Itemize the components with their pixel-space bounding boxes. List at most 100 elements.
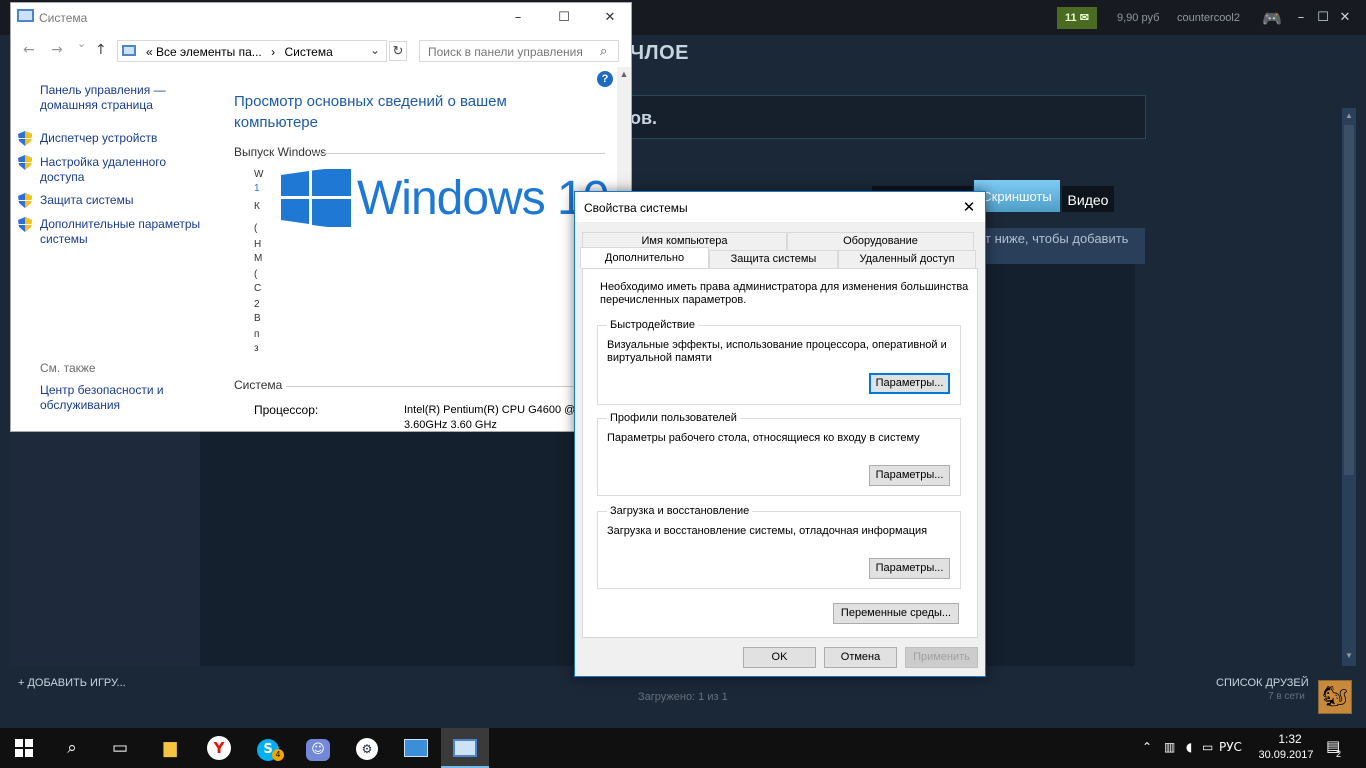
steam-scroll-thumb[interactable] bbox=[1344, 125, 1354, 475]
task-view-icon[interactable]: ▭ bbox=[106, 735, 134, 761]
tab-advanced[interactable]: Дополнительно bbox=[580, 247, 709, 268]
address-row: ← → ⌄ ↑ « Все элементы па... › Система ⌄… bbox=[11, 37, 631, 64]
page-title: Просмотр основных сведений о вашем компь… bbox=[234, 91, 507, 133]
friends-online-count: 7 в сети bbox=[1268, 691, 1305, 702]
scroll-up-icon[interactable]: ▲ bbox=[617, 69, 631, 79]
breadcrumb-prefix[interactable]: « bbox=[146, 45, 153, 59]
network-icon[interactable]: ▥ bbox=[1164, 740, 1175, 754]
performance-desc: Визуальные эффекты, использование процес… bbox=[607, 339, 957, 365]
breadcrumb-separator[interactable]: › bbox=[271, 45, 275, 59]
section-divider bbox=[311, 153, 605, 154]
avatar[interactable]: 🐿 bbox=[1318, 680, 1352, 714]
notification-badge[interactable]: 11 ✉ bbox=[1057, 7, 1097, 29]
clock-date[interactable]: 30.09.2017 bbox=[1254, 749, 1318, 761]
minimize-icon[interactable]: – bbox=[1292, 10, 1310, 25]
close-icon[interactable]: ✕ bbox=[1336, 10, 1354, 25]
page-title-line2: компьютере bbox=[234, 114, 318, 131]
back-arrow-icon[interactable]: ← bbox=[23, 42, 35, 58]
search-icon[interactable]: ⌕ bbox=[58, 735, 86, 761]
scroll-up-icon[interactable]: ▲ bbox=[1342, 108, 1356, 124]
breadcrumb-all-items[interactable]: Все элементы па... bbox=[156, 45, 262, 59]
scroll-down-icon[interactable]: ▼ bbox=[1342, 648, 1356, 664]
tab-system-protection[interactable]: Защита системы bbox=[709, 250, 838, 268]
apply-button[interactable]: Применить bbox=[905, 647, 978, 668]
cpu-value-line2: 3.60GHz 3.60 GHz bbox=[404, 419, 497, 431]
minimize-icon[interactable]: – bbox=[495, 3, 541, 33]
environment-variables-button[interactable]: Переменные среды... bbox=[833, 603, 959, 624]
advanced-settings-link[interactable]: Дополнительные параметры системы bbox=[40, 217, 200, 247]
system-properties-icon[interactable] bbox=[451, 735, 479, 761]
security-center-line2: обслуживания bbox=[40, 398, 121, 412]
tab-screenshots[interactable]: Скриншоты bbox=[974, 180, 1060, 212]
security-center-line1: Центр безопасности и bbox=[40, 383, 164, 397]
envelope-icon: ✉ bbox=[1079, 12, 1089, 24]
truncated-text: ( bbox=[254, 223, 258, 234]
cancel-button[interactable]: Отмена bbox=[824, 647, 897, 668]
breadcrumb-system[interactable]: Система bbox=[284, 45, 332, 59]
username[interactable]: countercool2 bbox=[1177, 12, 1240, 24]
discord-icon[interactable]: ☺ bbox=[304, 735, 332, 761]
system-protection-link[interactable]: Защита системы bbox=[40, 193, 133, 208]
refresh-icon[interactable]: ↻ bbox=[389, 41, 407, 61]
forward-arrow-icon[interactable]: → bbox=[51, 42, 63, 58]
recent-chevron-icon[interactable]: ⌄ bbox=[77, 37, 86, 50]
maximize-icon[interactable]: ☐ bbox=[541, 3, 587, 33]
ok-button[interactable]: OK bbox=[743, 647, 816, 668]
up-arrow-icon[interactable]: ↑ bbox=[95, 42, 107, 58]
windows-edition-label: Выпуск Windows bbox=[234, 145, 327, 159]
language-indicator[interactable]: РУС bbox=[1219, 740, 1242, 754]
cp-home-line1: Панель управления — bbox=[40, 83, 166, 97]
shield-icon bbox=[18, 193, 32, 208]
search-placeholder: Поиск в панели управления bbox=[428, 45, 583, 59]
badge-count: 11 bbox=[1065, 12, 1077, 24]
keyboard-icon[interactable]: ▭ bbox=[1202, 740, 1213, 754]
address-bar[interactable]: « Все элементы па... › Система ⌄ bbox=[117, 40, 387, 62]
help-icon[interactable]: ? bbox=[597, 71, 613, 87]
tab-hardware[interactable]: Оборудование bbox=[787, 232, 974, 250]
chevron-down-icon[interactable]: ⌄ bbox=[370, 43, 380, 57]
steam-panel-text: ов. bbox=[630, 108, 658, 128]
windows-logo-text: Windows 10 bbox=[357, 172, 609, 225]
tab-video[interactable]: Видео bbox=[1062, 186, 1114, 212]
search-input[interactable]: Поиск в панели управления ⌕ bbox=[419, 40, 619, 62]
performance-settings-button[interactable]: Параметры... bbox=[869, 373, 950, 394]
truncated-text: Н bbox=[254, 239, 262, 250]
user-profiles-settings-button[interactable]: Параметры... bbox=[869, 465, 950, 486]
computer-icon bbox=[122, 45, 136, 56]
close-icon[interactable]: ✕ bbox=[955, 196, 983, 218]
remote-settings-link[interactable]: Настройка удаленного доступа bbox=[40, 155, 166, 185]
truncated-text: С bbox=[254, 283, 262, 294]
remote-settings-line2: доступа bbox=[40, 170, 85, 184]
advanced-settings-line2: системы bbox=[40, 232, 88, 246]
device-manager-link[interactable]: Диспетчер устройств bbox=[40, 131, 157, 146]
system-section-label: Система bbox=[234, 378, 283, 392]
volume-icon[interactable]: ◖ bbox=[1186, 740, 1192, 754]
steam-icon[interactable]: ⚙ bbox=[353, 735, 381, 761]
chevron-up-icon[interactable]: ⌃ bbox=[1142, 740, 1152, 754]
start-windows-icon[interactable] bbox=[10, 735, 38, 761]
admin-note-line1: Необходимо иметь права администратора дл… bbox=[600, 281, 969, 293]
close-icon[interactable]: ✕ bbox=[587, 3, 633, 33]
maximize-icon[interactable]: ☐ bbox=[1314, 10, 1332, 25]
security-center-link[interactable]: Центр безопасности и обслуживания bbox=[40, 383, 164, 413]
search-icon[interactable]: ⌕ bbox=[600, 43, 607, 59]
cpu-value: Intel(R) Pentium(R) CPU G4600 @ 3.60GHz … bbox=[404, 403, 575, 433]
clock-time[interactable]: 1:32 bbox=[1270, 732, 1310, 746]
system-properties-dialog: Свойства системы ✕ Имя компьютера Оборуд… bbox=[574, 191, 986, 677]
friends-list-button[interactable]: СПИСОК ДРУЗЕЙ bbox=[1216, 677, 1309, 689]
shield-icon bbox=[18, 217, 32, 232]
truncated-text: М bbox=[254, 253, 263, 264]
gamepad-icon[interactable]: 🎮 bbox=[1262, 9, 1282, 28]
startup-recovery-settings-button[interactable]: Параметры... bbox=[869, 558, 950, 579]
add-game-button[interactable]: + ДОБАВИТЬ ИГРУ... bbox=[18, 677, 126, 689]
cp-home-link[interactable]: Панель управления — домашняя страница bbox=[40, 83, 166, 113]
yandex-browser-icon[interactable]: Y bbox=[205, 735, 233, 761]
control-panel-icon[interactable] bbox=[402, 735, 430, 761]
cpu-label: Процессор: bbox=[254, 403, 319, 417]
wallet-balance[interactable]: 9,90 руб bbox=[1117, 12, 1159, 24]
performance-desc-line1: Визуальные эффекты, использование процес… bbox=[607, 339, 947, 351]
shield-icon bbox=[18, 131, 32, 146]
file-explorer-icon[interactable]: ▆ bbox=[156, 735, 184, 761]
page-title-line1: Просмотр основных сведений о вашем bbox=[234, 93, 507, 110]
tab-remote[interactable]: Удаленный доступ bbox=[838, 250, 976, 268]
